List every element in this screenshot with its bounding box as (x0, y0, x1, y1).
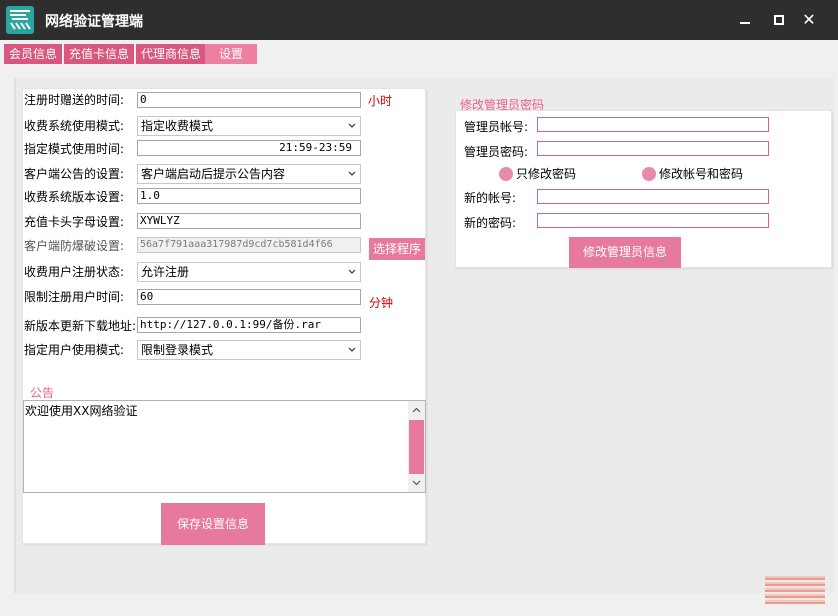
tab-bar: 会员信息 充值卡信息 代理商信息 设置 (0, 40, 838, 66)
client-notice-value: 客户端启动后提示公告内容 (141, 167, 286, 181)
tab-members[interactable]: 会员信息 (4, 44, 63, 64)
new-password-input[interactable] (537, 213, 769, 228)
card-prefix-label: 充值卡头字母设置: (24, 215, 125, 229)
app-logo-icon (6, 6, 34, 34)
scroll-thumb[interactable] (409, 420, 424, 474)
charge-mode-select[interactable]: 指定收费模式 (137, 116, 361, 136)
notice-textarea[interactable]: 欢迎使用XX网络验证 (23, 400, 426, 493)
register-gift-time-input[interactable]: 0 (137, 92, 361, 108)
register-status-value: 允许注册 (141, 265, 190, 279)
admin-account-label: 管理员帐号: (464, 120, 529, 134)
scroll-down-icon[interactable] (412, 478, 421, 487)
mode-time-label: 指定模式使用时间: (24, 142, 125, 156)
maximize-icon (774, 15, 784, 25)
tab-agents[interactable]: 代理商信息 (136, 44, 207, 64)
anti-crack-input: 56a7f791aaa317987d9cd7cb581d4f66 (137, 237, 361, 253)
chevron-down-icon (348, 123, 356, 128)
save-settings-button[interactable]: 保存设置信息 (161, 503, 265, 545)
register-gift-time-label: 注册时赠送的时间: (24, 93, 125, 107)
register-status-label: 收费用户注册状态: (24, 265, 125, 279)
new-account-input[interactable] (537, 189, 769, 204)
user-mode-select[interactable]: 限制登录模式 (137, 340, 361, 360)
window-title: 网络验证管理端 (45, 14, 143, 30)
chevron-down-icon (348, 269, 356, 274)
maximize-button[interactable] (768, 9, 790, 31)
notice-title: 公告 (30, 386, 55, 400)
charge-version-input[interactable]: 1.0 (137, 188, 361, 204)
minimize-icon (740, 22, 750, 24)
select-program-button[interactable]: 选择程序 (369, 238, 425, 260)
tab-settings[interactable]: 设置 (205, 44, 257, 64)
limit-time-label: 限制注册用户时间: (24, 290, 125, 304)
new-password-label: 新的密码: (464, 216, 517, 230)
resize-grip[interactable] (765, 576, 825, 604)
client-notice-label: 客户端公告的设置: (24, 167, 125, 181)
minutes-unit-label: 分钟 (369, 296, 394, 310)
update-url-input[interactable]: http://127.0.0.1:99/备份.rar (137, 317, 361, 333)
client-notice-select[interactable]: 客户端启动后提示公告内容 (137, 164, 361, 184)
notice-content[interactable]: 欢迎使用XX网络验证 (25, 402, 137, 419)
mode-time-input[interactable]: 21:59-23:59 (137, 140, 361, 156)
minimize-button[interactable] (734, 9, 756, 31)
scroll-up-icon[interactable] (412, 406, 421, 415)
card-prefix-input[interactable]: XYWLYZ (137, 213, 361, 229)
notice-scrollbar[interactable] (408, 401, 425, 492)
close-icon: ✕ (802, 10, 816, 29)
register-status-select[interactable]: 允许注册 (137, 262, 361, 282)
radio-password-only-label: 只修改密码 (516, 167, 577, 181)
tab-recharge-cards[interactable]: 充值卡信息 (64, 44, 135, 64)
limit-time-input[interactable]: 60 (137, 289, 361, 305)
hours-unit-label: 小时 (368, 94, 393, 108)
update-url-label: 新版本更新下载地址: (24, 319, 137, 333)
user-mode-label: 指定用户使用模式: (24, 343, 125, 357)
title-bar: 网络验证管理端 ✕ (0, 0, 838, 40)
user-mode-value: 限制登录模式 (141, 343, 214, 357)
charge-mode-value: 指定收费模式 (141, 119, 214, 133)
radio-dot-icon (499, 167, 513, 181)
close-button[interactable]: ✕ (798, 9, 820, 31)
radio-dot-icon (642, 167, 656, 181)
charge-mode-label: 收费系统使用模式: (24, 119, 125, 133)
anti-crack-label: 客户端防爆破设置: (24, 239, 125, 253)
radio-account-and-password-label: 修改帐号和密码 (659, 167, 744, 181)
new-account-label: 新的帐号: (464, 191, 517, 205)
chevron-down-icon (348, 347, 356, 352)
admin-password-input[interactable] (537, 141, 769, 156)
charge-version-label: 收费系统版本设置: (24, 190, 125, 204)
admin-account-input[interactable] (537, 117, 769, 132)
modify-admin-button[interactable]: 修改管理员信息 (569, 237, 681, 268)
chevron-down-icon (348, 171, 356, 176)
admin-password-label: 管理员密码: (464, 145, 529, 159)
